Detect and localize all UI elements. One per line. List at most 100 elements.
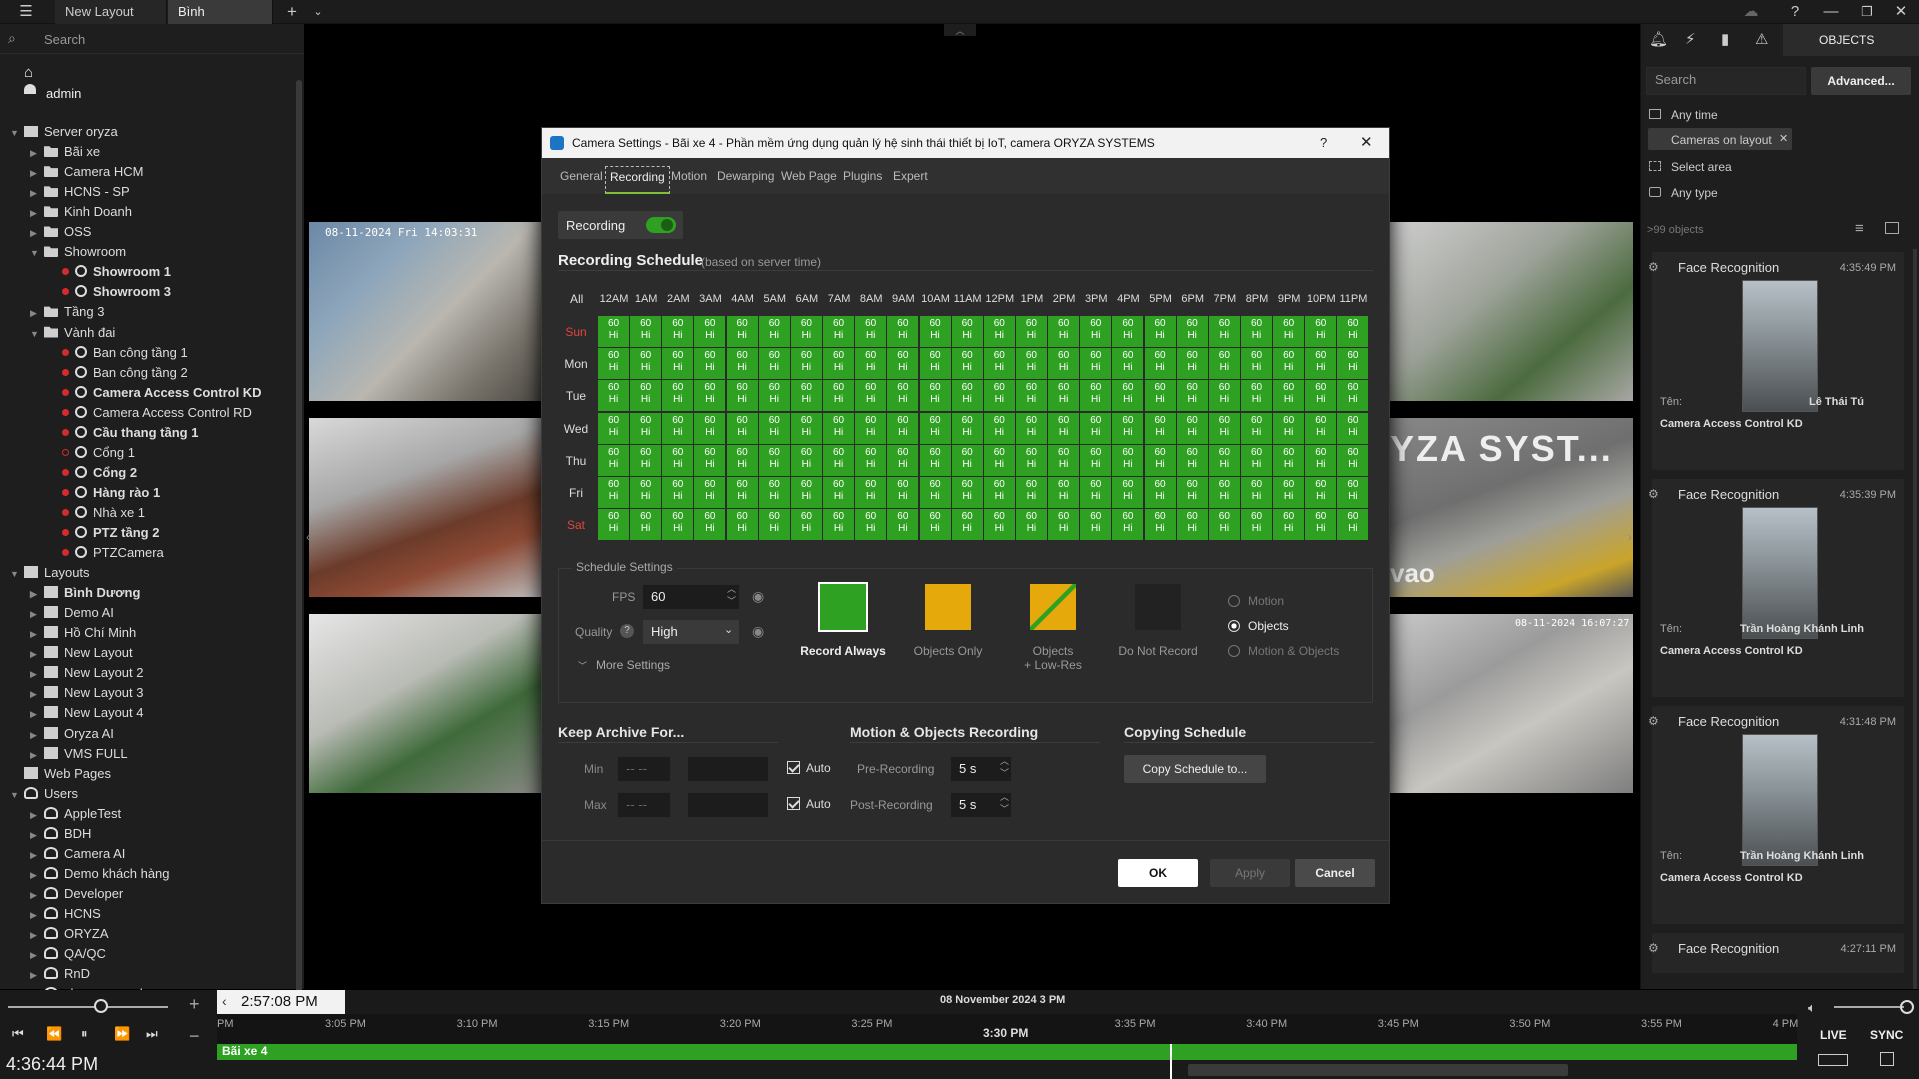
tree-item[interactable]: ▶ QA/QC xyxy=(30,944,106,964)
help-icon[interactable]: ? xyxy=(1777,0,1813,24)
record-mode-button[interactable] xyxy=(925,584,971,630)
tree-item[interactable]: ▶ OSS xyxy=(30,222,91,242)
tab-recording[interactable]: Recording xyxy=(605,166,670,194)
schedule-cell[interactable]: 60 Hi xyxy=(1305,509,1337,541)
camera-tile-balcony[interactable]: 08-11-2024 Fri 14:03:31 xyxy=(309,222,542,401)
schedule-cell[interactable]: 60 Hi xyxy=(1241,477,1272,508)
schedule-cell[interactable]: 60 Hi xyxy=(630,412,662,444)
tree-item[interactable]: ▶ Bình Dương xyxy=(30,583,140,603)
schedule-cell[interactable]: 60 Hi xyxy=(1208,412,1240,444)
schedule-cell[interactable]: 60 Hi xyxy=(855,509,887,541)
schedule-cell[interactable]: 60 Hi xyxy=(1273,316,1305,347)
schedule-cell[interactable]: 60 Hi xyxy=(1273,380,1305,412)
schedule-cell[interactable]: 60 Hi xyxy=(887,477,919,508)
chevron-right-icon[interactable]: ▶ xyxy=(30,965,44,985)
schedule-cell[interactable]: 60 Hi xyxy=(662,380,694,412)
schedule-cell[interactable]: 60 Hi xyxy=(1241,380,1272,412)
volume-icon[interactable]: 🔈︎ xyxy=(1808,1000,1816,1016)
chevron-right-icon[interactable]: ▶ xyxy=(30,925,44,945)
schedule-cell[interactable]: 60 Hi xyxy=(919,348,951,380)
tree-item[interactable]: Showroom 1 xyxy=(48,262,171,282)
schedule-cell[interactable]: 60 Hi xyxy=(1144,444,1176,476)
tree-item[interactable]: ▶ Camera HCM xyxy=(30,162,143,182)
schedule-cell[interactable]: 60 Hi xyxy=(919,380,951,412)
schedule-cell[interactable]: 60 Hi xyxy=(1241,348,1272,380)
schedule-cell[interactable]: 60 Hi xyxy=(662,477,694,508)
objects-search-input[interactable]: Search xyxy=(1646,67,1806,95)
schedule-cell[interactable]: 60 Hi xyxy=(823,380,855,412)
chevron-right-icon[interactable]: ▶ xyxy=(30,223,44,243)
schedule-cell[interactable]: 60 Hi xyxy=(919,316,951,347)
schedule-cell[interactable]: 60 Hi xyxy=(790,380,822,412)
tree-item[interactable]: ▶ RnD xyxy=(30,964,90,984)
zoom-out-icon[interactable]: − xyxy=(189,1026,200,1047)
schedule-cell[interactable]: 60 Hi xyxy=(919,509,951,541)
schedule-cell[interactable]: 60 Hi xyxy=(1176,412,1208,444)
schedule-cell[interactable]: 60 Hi xyxy=(1048,348,1080,380)
schedule-cell[interactable]: 60 Hi xyxy=(758,412,790,444)
copy-schedule-button[interactable]: Copy Schedule to... xyxy=(1124,755,1266,783)
schedule-cell[interactable]: 60 Hi xyxy=(951,444,983,476)
schedule-cell[interactable]: 60 Hi xyxy=(1144,477,1176,508)
tree-item[interactable]: Camera Access Control KD xyxy=(48,383,262,403)
live-button[interactable]: LIVE xyxy=(1820,1028,1847,1042)
schedule-cell[interactable]: 60 Hi xyxy=(1015,412,1047,444)
record-mode-button[interactable] xyxy=(818,582,868,632)
schedule-cell[interactable]: 60 Hi xyxy=(855,348,887,380)
schedule-cell[interactable]: 60 Hi xyxy=(887,444,919,476)
cancel-button[interactable]: Cancel xyxy=(1295,859,1375,887)
schedule-cell[interactable]: 60 Hi xyxy=(1176,316,1208,347)
schedule-cell[interactable]: 60 Hi xyxy=(1305,412,1337,444)
max-archive-unit-select[interactable] xyxy=(687,792,769,818)
schedule-cell[interactable]: 60 Hi xyxy=(758,316,790,347)
schedule-cell[interactable]: 60 Hi xyxy=(598,380,629,412)
schedule-cell[interactable]: 60 Hi xyxy=(758,477,790,508)
day-header[interactable]: Tue xyxy=(558,389,594,403)
tree-item[interactable]: ▶ Hồ Chí Minh xyxy=(30,623,136,643)
schedule-cell[interactable]: 60 Hi xyxy=(823,412,855,444)
min-archive-unit-select[interactable] xyxy=(687,756,769,782)
schedule-cell[interactable]: 60 Hi xyxy=(1144,509,1176,541)
cloud-icon[interactable]: ☁ xyxy=(1733,0,1769,24)
event-card[interactable]: ⚙ Face Recognition 4:31:48 PM Tên: Trần Hoàn… xyxy=(1648,706,1904,924)
main-menu-icon[interactable]: ☰ xyxy=(8,0,44,24)
schedule-cell[interactable]: 60 Hi xyxy=(598,412,629,444)
schedule-cell[interactable]: 60 Hi xyxy=(1112,509,1144,541)
post-recording-stepper[interactable]: ︿ ﹀ xyxy=(1000,791,1009,815)
schedule-cell[interactable]: 60 Hi xyxy=(1144,348,1176,380)
schedule-cell[interactable]: 60 Hi xyxy=(694,348,726,380)
tree-item[interactable]: ▶ VMS FULL xyxy=(30,744,128,764)
chevron-down-icon[interactable]: ▼ xyxy=(10,785,24,805)
schedule-cell[interactable]: 60 Hi xyxy=(1176,509,1208,541)
day-header[interactable]: Thu xyxy=(558,454,594,468)
playhead[interactable] xyxy=(1170,1044,1172,1079)
tree-item[interactable]: ▼ Server oryza xyxy=(10,122,118,142)
min-auto-checkbox[interactable]: Auto xyxy=(787,761,831,775)
tree-item[interactable]: Cổng 1 xyxy=(48,443,135,463)
record-mode-button[interactable] xyxy=(1030,584,1076,630)
schedule-cell[interactable]: 60 Hi xyxy=(790,444,822,476)
schedule-cell[interactable]: 60 Hi xyxy=(1048,509,1080,541)
tree-item[interactable]: ▶ Kinh Doanh xyxy=(30,202,132,222)
thumbnails-icon[interactable] xyxy=(1818,1054,1848,1066)
tab-general[interactable]: General xyxy=(556,166,607,194)
schedule-cell[interactable]: 60 Hi xyxy=(630,444,662,476)
select-all-button[interactable]: All xyxy=(570,292,583,306)
schedule-cell[interactable]: 60 Hi xyxy=(630,348,662,380)
schedule-cell[interactable]: 60 Hi xyxy=(1208,509,1240,541)
volume-handle[interactable] xyxy=(1900,1000,1914,1014)
schedule-cell[interactable]: 60 Hi xyxy=(1080,348,1112,380)
sync-button[interactable]: SYNC xyxy=(1870,1028,1903,1042)
chevron-down-icon[interactable]: ▼ xyxy=(10,123,24,143)
schedule-cell[interactable]: 60 Hi xyxy=(1337,412,1369,444)
speed-slider[interactable] xyxy=(8,1006,168,1008)
tree-item[interactable]: ▶ HCNS xyxy=(30,904,101,924)
schedule-cell[interactable]: 60 Hi xyxy=(1337,316,1369,347)
fps-input[interactable]: 60 xyxy=(642,584,740,610)
min-archive-input[interactable]: -- -- xyxy=(617,756,671,782)
tab-motion[interactable]: Motion xyxy=(667,166,711,194)
schedule-cell[interactable]: 60 Hi xyxy=(726,316,758,347)
tree-item[interactable]: ▶ BDH xyxy=(30,824,91,844)
tree-item[interactable]: ▶ New Layout 2 xyxy=(30,663,144,683)
eye-icon[interactable]: ◉ xyxy=(752,588,764,605)
